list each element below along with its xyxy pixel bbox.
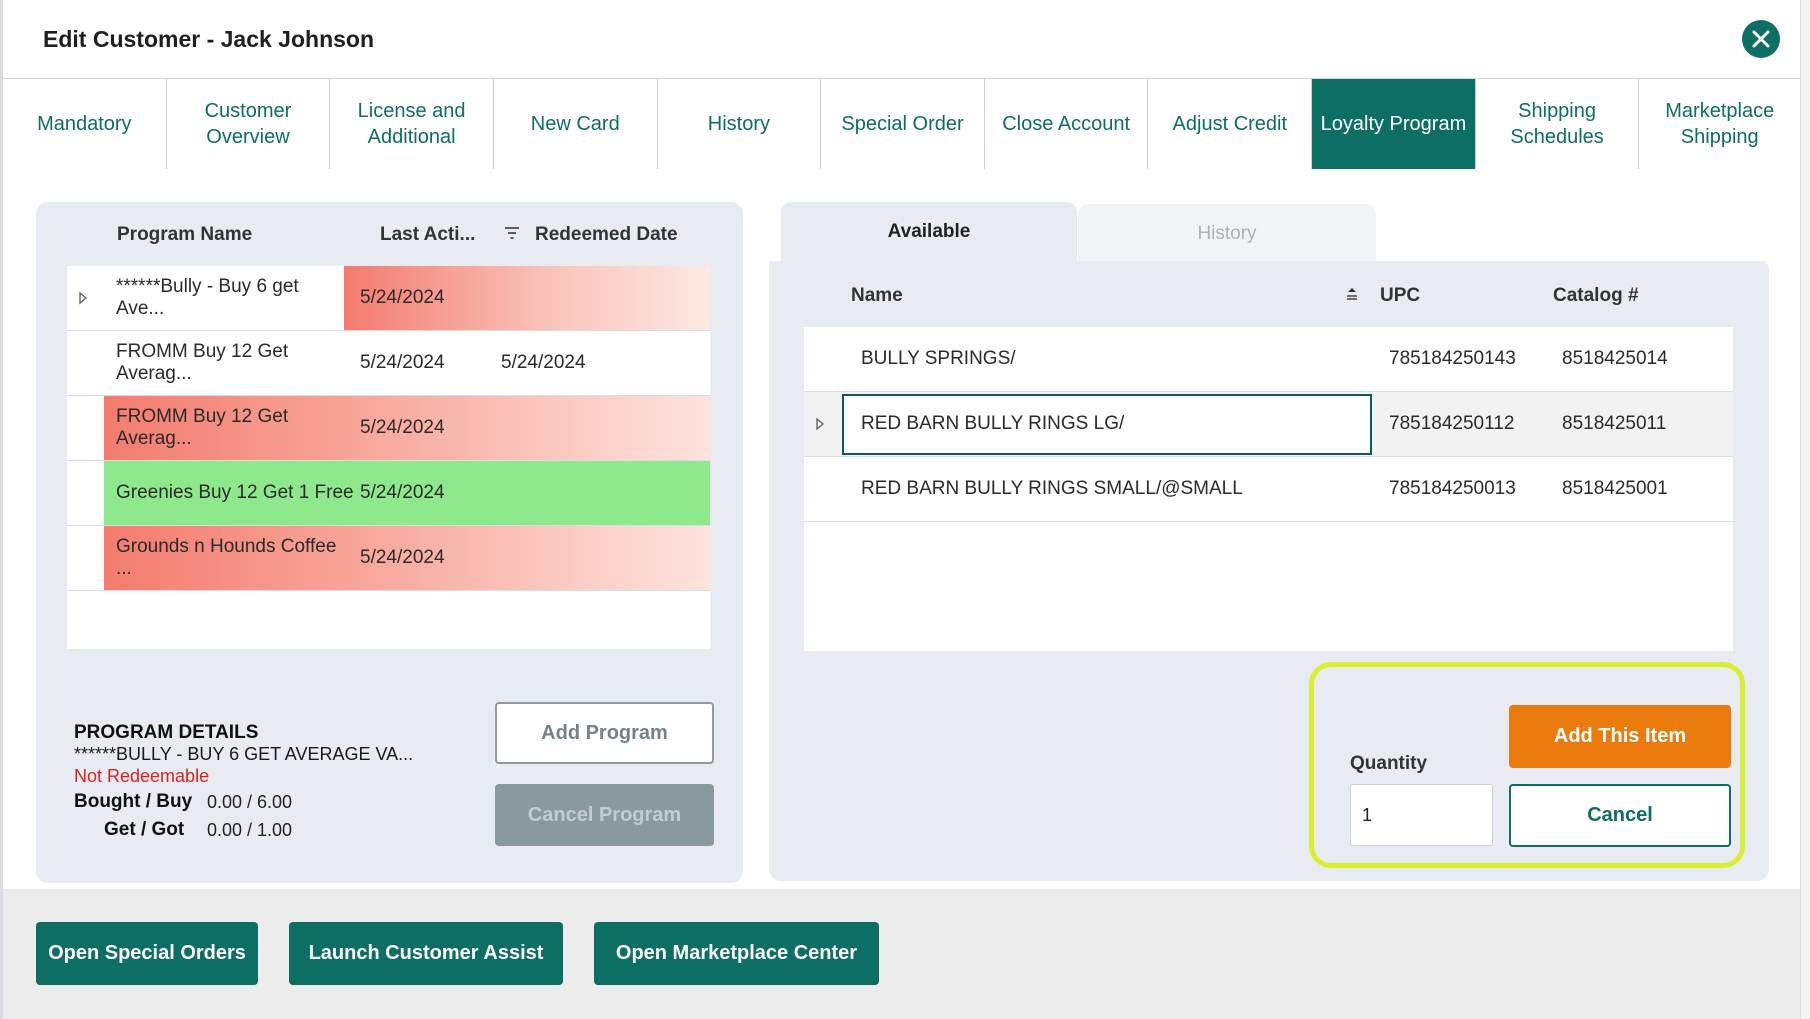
- program-name: FROMM Buy 12 Get Averag...: [116, 406, 289, 449]
- title-bar: Edit Customer - Jack Johnson: [3, 0, 1800, 79]
- tab-history[interactable]: History: [657, 79, 822, 169]
- item-catalog: 8518425001: [1562, 478, 1668, 499]
- tab-loyalty-program[interactable]: Loyalty Program: [1312, 79, 1476, 169]
- add-this-item-button[interactable]: Add This Item: [1509, 705, 1731, 768]
- get-got-label: Get / Got: [104, 819, 185, 840]
- tab-license-and-additional[interactable]: License and Additional: [330, 79, 494, 169]
- tab-new-card[interactable]: New Card: [493, 79, 658, 169]
- item-upc: 785184250013: [1389, 478, 1516, 499]
- cancel-program-button[interactable]: Cancel Program: [495, 784, 714, 846]
- programs-table: ******Bully - Buy 6 get Ave... 5/24/2024…: [67, 266, 710, 649]
- item-name: RED BARN BULLY RINGS LG/: [861, 413, 1125, 434]
- add-program-button[interactable]: Add Program: [495, 702, 714, 764]
- table-row[interactable]: Grounds n Hounds Coffee ... 5/24/2024: [67, 526, 710, 591]
- tab-close-account[interactable]: Close Account: [984, 79, 1149, 169]
- tab-special-order[interactable]: Special Order: [821, 79, 985, 169]
- program-details-heading: PROGRAM DETAILS: [74, 722, 259, 743]
- program-name: Grounds n Hounds Coffee ...: [116, 536, 337, 579]
- program-name: FROMM Buy 12 Get Averag...: [116, 341, 289, 384]
- bought-buy-label: Bought / Buy: [74, 791, 193, 812]
- column-last-activity[interactable]: Last Acti...: [380, 224, 475, 246]
- programs-table-header: Program Name Last Acti... Redeemed Date: [36, 202, 743, 266]
- footer-bar: Open Special Orders Launch Customer Assi…: [3, 889, 1800, 1019]
- sort-ascending-icon[interactable]: [1345, 287, 1359, 301]
- table-row[interactable]: FROMM Buy 12 Get Averag... 5/24/2024 5/2…: [67, 331, 710, 396]
- quantity-input[interactable]: 1: [1350, 784, 1493, 846]
- tab-mandatory[interactable]: Mandatory: [3, 79, 167, 169]
- tab-adjust-credit[interactable]: Adjust Credit: [1148, 79, 1313, 169]
- expand-arrow-icon[interactable]: [77, 288, 89, 308]
- window-scrollbar[interactable]: [1800, 0, 1810, 1019]
- open-special-orders-button[interactable]: Open Special Orders: [36, 922, 258, 985]
- get-got-value: 0.00 / 1.00: [207, 820, 293, 840]
- items-table: BULLY SPRINGS/ 785184250143 8518425014 R…: [804, 327, 1733, 651]
- close-button[interactable]: [1742, 20, 1780, 58]
- item-name: BULLY SPRINGS/: [861, 348, 1016, 369]
- item-catalog: 8518425014: [1562, 348, 1668, 369]
- close-icon: [1752, 30, 1770, 48]
- last-activity: 5/24/2024: [344, 266, 710, 330]
- item-name: RED BARN BULLY RINGS SMALL/@SMALL: [861, 478, 1243, 499]
- column-program-name[interactable]: Program Name: [117, 224, 252, 246]
- tab-marketplace-shipping[interactable]: Marketplace Shipping: [1639, 79, 1801, 169]
- last-activity: 5/24/2024: [360, 417, 445, 438]
- window-title: Edit Customer - Jack Johnson: [43, 26, 375, 52]
- column-redeemed-date[interactable]: Redeemed Date: [535, 224, 678, 246]
- items-table-header: Name UPC Catalog #: [804, 261, 1733, 327]
- main-tab-bar: Mandatory Customer Overview License and …: [3, 79, 1801, 169]
- redeemed-date: 5/24/2024: [501, 352, 586, 373]
- cancel-button[interactable]: Cancel: [1509, 784, 1731, 847]
- tab-shipping-schedules[interactable]: Shipping Schedules: [1475, 79, 1640, 169]
- table-row[interactable]: FROMM Buy 12 Get Averag... 5/24/2024: [67, 396, 710, 461]
- table-row[interactable]: Greenies Buy 12 Get 1 Free 5/24/2024: [67, 461, 710, 526]
- last-activity: 5/24/2024: [360, 352, 445, 373]
- tab-items-history[interactable]: History: [1078, 204, 1376, 264]
- programs-panel: Program Name Last Acti... Redeemed Date …: [36, 202, 743, 883]
- table-row[interactable]: ******Bully - Buy 6 get Ave... 5/24/2024: [67, 266, 710, 331]
- open-marketplace-center-button[interactable]: Open Marketplace Center: [594, 922, 879, 985]
- table-row[interactable]: RED BARN BULLY RINGS SMALL/@SMALL 785184…: [804, 457, 1733, 522]
- column-catalog[interactable]: Catalog #: [1553, 285, 1639, 307]
- table-row-selected[interactable]: RED BARN BULLY RINGS LG/ 785184250112 85…: [804, 392, 1733, 457]
- program-name: ******Bully - Buy 6 get Ave...: [116, 276, 299, 319]
- quantity-label: Quantity: [1350, 753, 1428, 774]
- last-activity: 5/24/2024: [360, 482, 445, 503]
- program-details-name: ******BULLY - BUY 6 GET AVERAGE VA...: [74, 744, 414, 764]
- item-upc: 785184250143: [1389, 348, 1516, 369]
- last-activity: 5/24/2024: [360, 547, 445, 568]
- expand-arrow-icon[interactable]: [814, 414, 826, 434]
- filter-icon[interactable]: [504, 226, 520, 240]
- program-details-status: Not Redeemable: [74, 766, 210, 786]
- loyalty-content: Program Name Last Acti... Redeemed Date …: [3, 169, 1800, 889]
- tab-customer-overview[interactable]: Customer Overview: [166, 79, 331, 169]
- tab-available[interactable]: Available: [781, 202, 1077, 262]
- item-catalog: 8518425011: [1562, 413, 1667, 434]
- column-name[interactable]: Name: [851, 285, 903, 307]
- edit-customer-window: Edit Customer - Jack Johnson Mandatory C…: [0, 0, 1810, 1019]
- launch-customer-assist-button[interactable]: Launch Customer Assist: [289, 922, 563, 985]
- column-upc[interactable]: UPC: [1380, 285, 1420, 307]
- item-upc: 785184250112: [1389, 413, 1515, 434]
- bought-buy-value: 0.00 / 6.00: [207, 792, 293, 812]
- program-name: Greenies Buy 12 Get 1 Free: [116, 482, 354, 503]
- table-row[interactable]: BULLY SPRINGS/ 785184250143 8518425014: [804, 327, 1733, 392]
